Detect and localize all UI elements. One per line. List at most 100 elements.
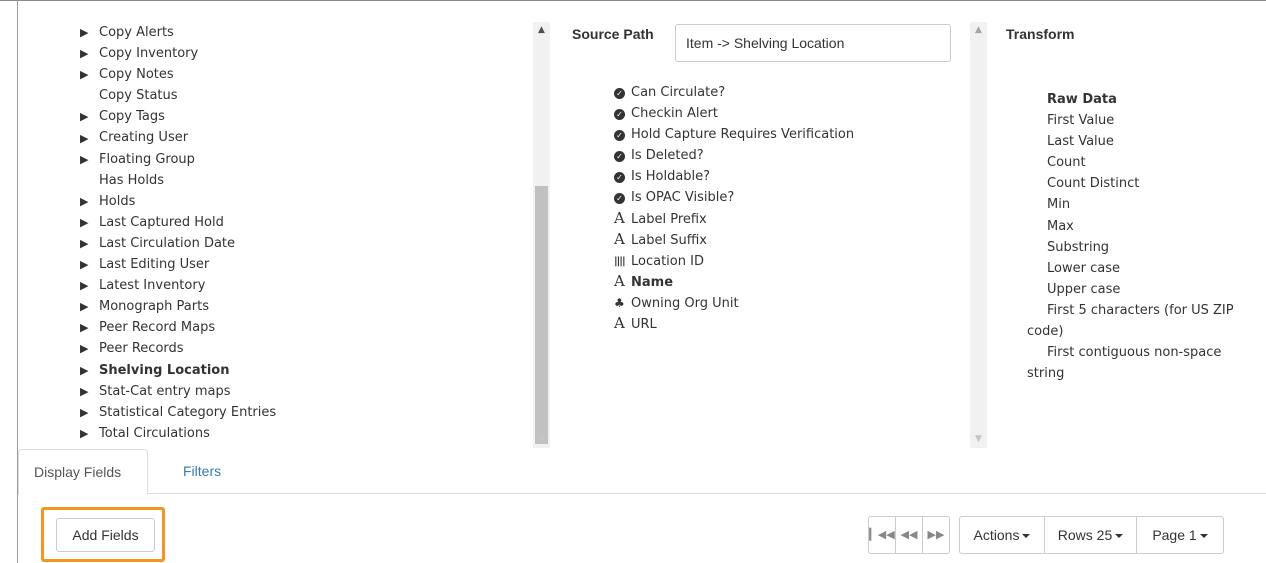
scroll-down-icon[interactable]: ▼ — [533, 431, 550, 448]
barcode-icon: |||| — [614, 256, 626, 268]
tree-item[interactable]: ▶ Statistical Category Entries — [18, 402, 528, 423]
tree-item[interactable]: ▶ Copy Notes — [18, 64, 528, 85]
rows-dropdown[interactable]: Rows 25 — [1044, 516, 1137, 554]
tree-item[interactable]: ▶ Shelving Location — [18, 360, 528, 381]
prev-page-icon[interactable]: ◀◀ — [895, 516, 923, 554]
field-label: Owning Org Unit — [631, 295, 739, 311]
tree-item[interactable]: ▶ Floating Group — [18, 149, 528, 170]
actions-dropdown[interactable]: Actions — [959, 516, 1045, 554]
transform-option[interactable]: Count Distinct — [1027, 173, 1262, 194]
tree-item-label: Monograph Parts — [99, 299, 209, 315]
expand-arrow-icon[interactable]: ▶ — [18, 149, 99, 170]
add-fields-button[interactable]: Add Fields — [56, 518, 155, 552]
transform-list: Raw Data First Value Last Value Count Count … — [1027, 89, 1262, 384]
tree-item[interactable]: ▶Has Holds — [18, 170, 528, 191]
field-label: Is OPAC Visible? — [631, 190, 735, 206]
field-label: Location ID — [631, 253, 704, 269]
expand-arrow-icon[interactable]: ▶ — [18, 43, 99, 64]
transform-option[interactable]: Raw Data — [1027, 89, 1262, 110]
field-label: Checkin Alert — [631, 106, 718, 122]
transform-option[interactable]: Upper case — [1027, 279, 1262, 300]
field-item[interactable]: ✓ Is OPAC Visible? — [614, 187, 964, 208]
scroll-thumb[interactable] — [535, 186, 548, 444]
tree-item[interactable]: ▶ Copy Tags — [18, 106, 528, 127]
tree-item-label: Last Captured Hold — [99, 214, 224, 230]
field-item[interactable]: ✓ Hold Capture Requires Verification — [614, 124, 964, 145]
field-item[interactable]: A Label Prefix — [614, 209, 964, 230]
tab-display-fields[interactable]: Display Fields — [18, 449, 148, 495]
expand-arrow-icon[interactable]: ▶ — [18, 212, 99, 233]
tree-item-label: Copy Inventory — [99, 46, 199, 62]
expand-arrow-icon[interactable]: ▶ — [18, 106, 99, 127]
tree-item[interactable]: ▶ Stat-Cat entry maps — [18, 381, 528, 402]
tree-item-label: Statistical Category Entries — [99, 404, 277, 420]
tree-item[interactable]: ▶ Copy Inventory — [18, 43, 528, 64]
first-page-icon[interactable]: ▎◀◀ — [868, 516, 896, 554]
field-label: Hold Capture Requires Verification — [631, 127, 855, 143]
transform-option[interactable]: Count — [1027, 152, 1262, 173]
tree-item-label: Last Circulation Date — [99, 235, 236, 251]
field-item[interactable]: ✓ Is Deleted? — [614, 145, 964, 166]
field-item[interactable]: ♣ Owning Org Unit — [614, 293, 964, 314]
scroll-down-icon[interactable]: ▼ — [970, 431, 987, 448]
expand-arrow-icon[interactable]: ▶ — [18, 128, 99, 149]
transform-option[interactable]: First contiguous non-space string — [1027, 342, 1262, 384]
transform-option[interactable]: First 5 characters (for US ZIP code) — [1027, 300, 1262, 342]
tree-item[interactable]: ▶ Creating User — [18, 127, 528, 148]
tree-item[interactable]: ▶ Copy Alerts — [18, 22, 528, 43]
tree-item[interactable]: ▶ Last Captured Hold — [18, 212, 528, 233]
field-list: ✓ Can Circulate? ✓ Checkin Alert ✓ Hold Captu… — [614, 82, 964, 335]
expand-arrow-icon[interactable]: ▶ — [18, 233, 99, 254]
transform-option[interactable]: First Value — [1027, 110, 1262, 131]
tree-item-label: Copy Notes — [99, 67, 174, 83]
tree-item[interactable]: ▶ Latest Inventory — [18, 275, 528, 296]
tree-item[interactable]: ▶ Last Editing User — [18, 254, 528, 275]
tree-item[interactable]: ▶Copy Status — [18, 85, 528, 106]
field-item[interactable]: ✓ Can Circulate? — [614, 82, 964, 103]
tree-item-label: Has Holds — [99, 172, 165, 188]
expand-arrow-icon[interactable]: ▶ — [18, 381, 99, 402]
field-item[interactable]: A URL — [614, 314, 964, 335]
expand-arrow-icon[interactable]: ▶ — [18, 423, 99, 444]
transform-option[interactable]: Lower case — [1027, 258, 1262, 279]
transform-option[interactable]: Max — [1027, 216, 1262, 237]
tab-filters[interactable]: Filters — [168, 449, 236, 494]
tree-item[interactable]: ▶ Peer Record Maps — [18, 317, 528, 338]
check-circle-icon: ✓ — [614, 166, 631, 187]
field-item[interactable]: |||| Location ID — [614, 251, 964, 272]
tree-item[interactable]: ▶ Peer Records — [18, 338, 528, 359]
scroll-up-icon[interactable]: ▲ — [970, 22, 987, 39]
expand-arrow-icon[interactable]: ▶ — [18, 317, 99, 338]
tree-item[interactable]: ▶ Holds — [18, 191, 528, 212]
tree-item[interactable]: ▶ Last Circulation Date — [18, 233, 528, 254]
chevron-down-icon — [1199, 534, 1208, 539]
tree-scrollbar[interactable]: ▲ ▼ — [533, 22, 550, 448]
source-path-field[interactable]: Item -> Shelving Location — [675, 24, 951, 62]
expand-arrow-icon[interactable]: ▶ — [18, 22, 99, 43]
expand-arrow-icon[interactable]: ▶ — [18, 360, 99, 381]
scroll-up-icon[interactable]: ▲ — [533, 22, 550, 39]
field-item[interactable]: ✓ Checkin Alert — [614, 103, 964, 124]
expand-arrow-icon[interactable]: ▶ — [18, 296, 99, 317]
expand-arrow-icon[interactable]: ▶ — [18, 275, 99, 296]
transform-option[interactable]: Substring — [1027, 237, 1262, 258]
expand-arrow-icon[interactable]: ▶ — [18, 254, 99, 275]
page-label: Page 1 — [1152, 527, 1197, 543]
expand-arrow-icon[interactable]: ▶ — [18, 64, 99, 85]
expand-arrow-icon[interactable]: ▶ — [18, 338, 99, 359]
field-item[interactable]: A Name — [614, 272, 964, 293]
tree-item[interactable]: ▶ Monograph Parts — [18, 296, 528, 317]
tree-item[interactable]: ▶ Total Circulations — [18, 423, 528, 444]
field-item[interactable]: A Label Suffix — [614, 230, 964, 251]
transform-label: Transform — [1006, 26, 1075, 42]
field-label: Name — [631, 274, 674, 290]
page-dropdown[interactable]: Page 1 — [1136, 516, 1224, 554]
fields-scrollbar[interactable]: ▲ ▼ — [970, 22, 987, 448]
transform-option[interactable]: Last Value — [1027, 131, 1262, 152]
source-tree: ▶Copy Alerts▶Copy Inventory▶Copy Notes▶C… — [18, 22, 528, 450]
field-item[interactable]: ✓ Is Holdable? — [614, 166, 964, 187]
expand-arrow-icon[interactable]: ▶ — [18, 191, 99, 212]
expand-arrow-icon[interactable]: ▶ — [18, 402, 99, 423]
next-page-icon[interactable]: ▶▶ — [922, 516, 950, 554]
transform-option[interactable]: Min — [1027, 194, 1262, 215]
